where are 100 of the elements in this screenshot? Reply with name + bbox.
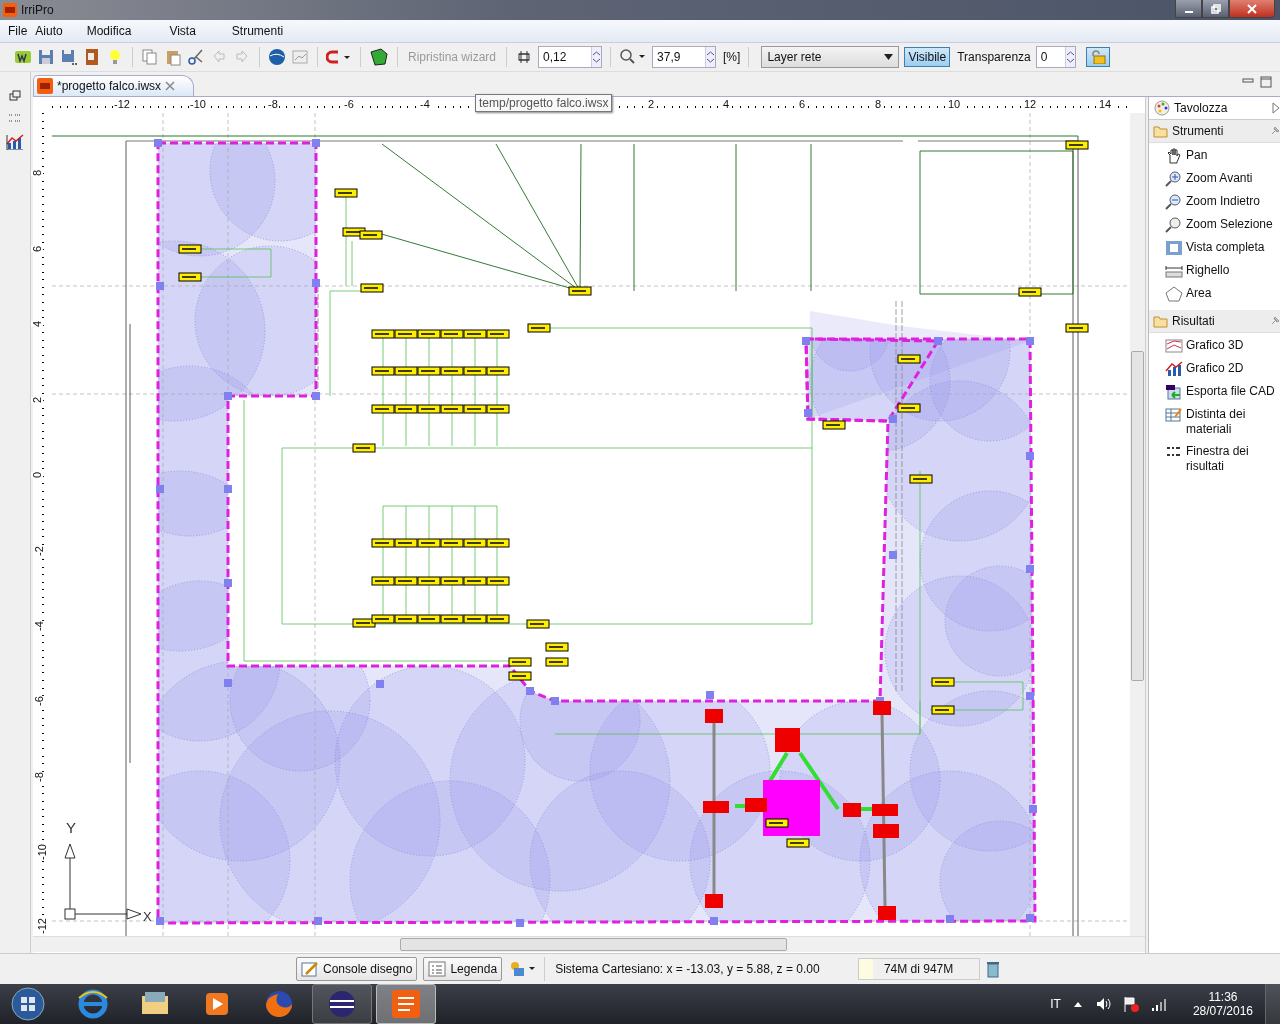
horizontal-scrollbar[interactable]: [33, 936, 1145, 952]
maximize-icon[interactable]: [1260, 76, 1272, 88]
signal-bars-icon[interactable]: [1150, 996, 1167, 1012]
bar-chart-icon: [1165, 361, 1183, 377]
restore-icon[interactable]: [9, 90, 21, 102]
ruler-label: 2: [646, 98, 656, 110]
palette-item[interactable]: Zoom Indietro: [1149, 191, 1280, 214]
pentagon-icon: [1165, 286, 1183, 302]
clock-date[interactable]: 28/07/2016: [1192, 1004, 1253, 1018]
palette-item[interactable]: Esporta file CAD: [1149, 381, 1280, 404]
show-hidden-icons-icon[interactable]: [1072, 1000, 1083, 1008]
palette-item[interactable]: Finestra dei risultati: [1149, 441, 1280, 478]
ruler-label: -6: [343, 98, 355, 110]
axis-label: X: [143, 909, 152, 924]
ruler-label: 4: [721, 98, 731, 110]
axis-label: Y: [66, 819, 76, 836]
palette-item[interactable]: Pan: [1149, 145, 1280, 168]
close-icon[interactable]: [165, 81, 176, 91]
zoom-out-icon: [1165, 194, 1183, 210]
spinner-arrows-icon: [592, 49, 602, 65]
wizard-icon[interactable]: [14, 48, 32, 66]
palette-item[interactable]: Area: [1149, 283, 1280, 306]
restore-button[interactable]: [1202, 0, 1229, 18]
trash-icon[interactable]: [985, 960, 1000, 978]
polygon-icon[interactable]: [369, 48, 389, 66]
flag-error-icon[interactable]: [1122, 996, 1139, 1012]
minimize-icon[interactable]: [1242, 76, 1254, 86]
transparency-spinner[interactable]: 0: [1035, 46, 1076, 68]
ruler-label: -12: [113, 98, 131, 110]
close-button[interactable]: [1229, 0, 1275, 18]
speaker-icon[interactable]: [1094, 996, 1111, 1012]
grid-size-spinner[interactable]: 0,12: [538, 46, 603, 68]
start-button[interactable]: [10, 986, 46, 1022]
line-chart-icon: [1165, 338, 1183, 354]
visible-toggle-button[interactable]: Visibile: [904, 47, 951, 67]
hand-icon: [1165, 148, 1183, 164]
clock-time[interactable]: 11:36: [1208, 990, 1238, 1004]
scissors-icon[interactable]: [187, 48, 205, 66]
vertical-scrollbar[interactable]: [1130, 113, 1145, 936]
window-title: IrriPro: [21, 3, 54, 17]
globe-icon[interactable]: [268, 48, 286, 66]
document-tab[interactable]: *progetto falco.iwsx: [33, 75, 195, 96]
folder-icon: [1153, 124, 1169, 138]
palette-item[interactable]: Zoom Selezione: [1149, 214, 1280, 237]
drawing-console-button[interactable]: Console disegno: [296, 957, 418, 981]
zoom-spinner[interactable]: 37,9: [652, 46, 717, 68]
palette-item[interactable]: Vista completa: [1149, 237, 1280, 260]
menu-item[interactable]: Vista: [161, 24, 196, 38]
exit-door-icon[interactable]: [83, 48, 101, 66]
zoom-in-icon: [1165, 171, 1183, 187]
palette-section-header[interactable]: Strumenti: [1149, 120, 1280, 143]
ruler-label: -4: [419, 98, 431, 110]
minimize-button[interactable]: [1175, 0, 1202, 18]
paste-icon[interactable]: [164, 48, 182, 66]
search-icon[interactable]: [619, 48, 648, 66]
palette-item[interactable]: Zoom Avanti: [1149, 168, 1280, 191]
expand-arrow-icon: [1272, 102, 1280, 114]
palette-item[interactable]: Righello: [1149, 260, 1280, 283]
scrollbar-thumb[interactable]: [400, 938, 787, 951]
ruler-label: 10: [946, 98, 962, 110]
ruler-label: 12: [1022, 98, 1038, 110]
ruler-label: -6: [32, 696, 45, 706]
memory-usage-text: 74M di 947M: [857, 958, 980, 980]
restore-icon: [1210, 3, 1221, 14]
ruler-label: -8: [267, 98, 279, 110]
palette-item[interactable]: Grafico 2D: [1149, 358, 1280, 381]
file-path-tooltip: temp/progetto falco.iwsx: [475, 94, 613, 112]
lock-button[interactable]: [1085, 47, 1110, 67]
menu-item[interactable]: Aiuto: [27, 24, 63, 38]
scrollbar-thumb[interactable]: [1131, 351, 1144, 681]
app-logo-icon: [37, 78, 53, 94]
ruler-label: 0: [31, 471, 44, 479]
ruler-label: -4: [32, 621, 45, 631]
save-as-icon[interactable]: [60, 48, 78, 66]
magnet-icon[interactable]: [326, 48, 352, 66]
menu-item[interactable]: Modifica: [78, 24, 132, 38]
ruler-label: -10: [35, 844, 48, 860]
table-edit-icon: [1165, 407, 1183, 423]
ruler-label: -8: [32, 772, 45, 782]
palette-item[interactable]: Grafico 3D: [1149, 335, 1280, 358]
palette-item[interactable]: Distinta dei materiali: [1149, 404, 1280, 441]
spinner-arrows-icon: [1065, 49, 1075, 65]
menu-item[interactable]: File: [0, 24, 28, 38]
bar-chart-icon[interactable]: [6, 134, 24, 150]
layer-dropdown[interactable]: Layer rete: [761, 46, 900, 68]
menu-item[interactable]: Strumenti: [223, 24, 284, 38]
ruler-label: -2: [32, 546, 45, 556]
magnifier-icon: [1165, 217, 1183, 233]
palette-icon: [1154, 100, 1170, 116]
ruler-label: 8: [31, 169, 44, 177]
dropdown-arrow-icon: [884, 54, 894, 60]
legend-button[interactable]: Legenda: [423, 957, 503, 981]
padlock-icon: [1089, 50, 1106, 64]
save-icon[interactable]: [37, 48, 55, 66]
ruler-icon: [1165, 263, 1183, 279]
ruler-label: 2: [31, 396, 44, 404]
taskbar-app-button[interactable]: [312, 984, 372, 1024]
language-indicator[interactable]: IT: [1050, 997, 1061, 1011]
palette-section-header[interactable]: Risultati: [1149, 310, 1280, 333]
ruler-label: 14: [1097, 98, 1113, 110]
